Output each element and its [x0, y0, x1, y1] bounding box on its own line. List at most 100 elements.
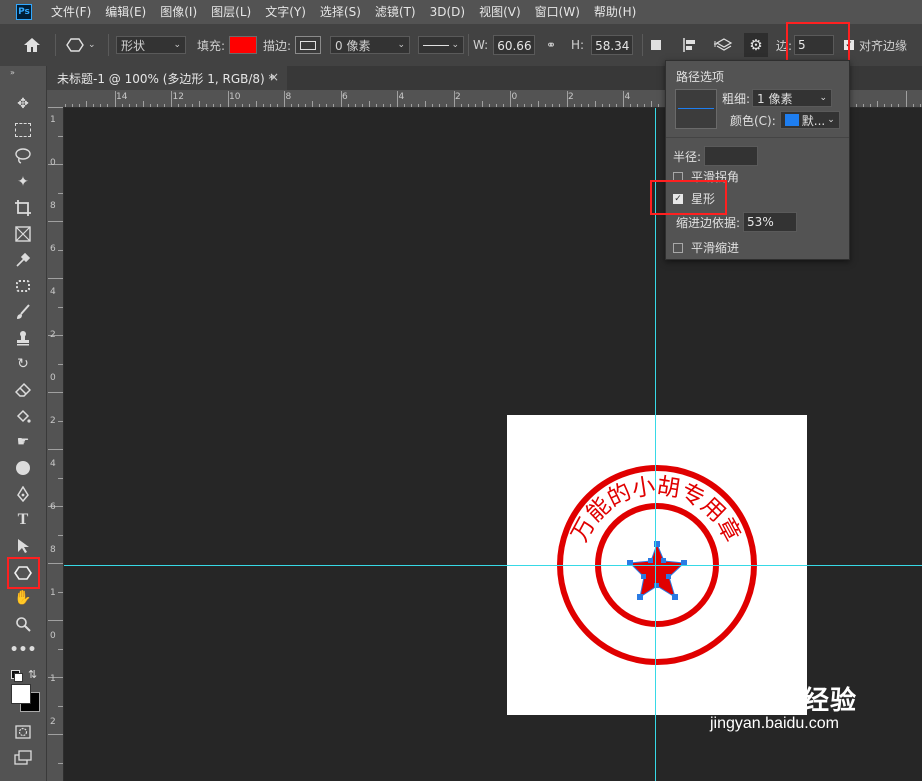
indent-input[interactable]: 53% — [743, 212, 798, 232]
arrange-icon — [714, 38, 733, 51]
foreground-color-swatch[interactable] — [11, 684, 31, 704]
weight-dropdown[interactable]: 1 像素 ⌄ — [752, 89, 833, 107]
path-alignment-button[interactable] — [682, 35, 698, 55]
document-tab[interactable]: 未标题-1 @ 100% (多边形 1, RGB/8) * × — [47, 66, 287, 90]
tool-mode-dropdown[interactable]: 形状 ⌄ — [116, 36, 186, 54]
ruler-tick — [241, 104, 243, 107]
menu-edit[interactable]: 编辑(E) — [98, 0, 153, 24]
eraser-tool[interactable] — [13, 380, 33, 400]
ruler-tick — [291, 104, 293, 107]
path-arrangement-button[interactable] — [714, 35, 734, 55]
chevron-down-icon: ⌄ — [451, 40, 459, 50]
menu-help[interactable]: 帮助(H) — [587, 0, 643, 24]
stroke-color-swatch[interactable] — [295, 36, 322, 54]
ruler-tick — [262, 104, 264, 107]
type-icon: T — [17, 511, 29, 528]
anchor-point[interactable] — [637, 594, 643, 600]
smooth-indents-checkbox[interactable] — [673, 242, 683, 253]
ruler-tick — [354, 104, 356, 107]
quick-mask-button[interactable] — [13, 722, 33, 742]
width-label: W: — [473, 38, 489, 52]
height-input[interactable]: 58.34 像 — [591, 35, 634, 55]
paw-logo-icon: ✿ — [702, 683, 724, 713]
pen-tool[interactable] — [13, 484, 33, 504]
align-edges-checkbox[interactable]: ✓ — [844, 40, 854, 50]
anchor-point[interactable] — [641, 574, 646, 579]
close-icon[interactable]: × — [269, 70, 279, 84]
more-tools-button[interactable]: ••• — [10, 640, 37, 660]
ruler-tick — [333, 104, 335, 107]
ruler-tick — [389, 104, 391, 107]
type-tool[interactable]: T — [13, 510, 33, 530]
swap-colors-icon[interactable]: ⇅ — [28, 668, 37, 681]
ruler-tick — [580, 104, 582, 107]
ruler-tick — [48, 392, 63, 393]
menu-window[interactable]: 窗口(W) — [528, 0, 587, 24]
smudge-tool[interactable]: ☛ — [13, 432, 33, 452]
ruler-tick — [48, 734, 63, 735]
menu-view[interactable]: 视图(V) — [472, 0, 528, 24]
healing-brush-tool[interactable] — [13, 276, 33, 296]
guide-vertical[interactable] — [655, 108, 656, 781]
hand-tool[interactable]: ✋ — [13, 588, 33, 608]
indent-value: 53% — [747, 215, 774, 229]
clone-stamp-tool[interactable] — [13, 328, 33, 348]
width-input[interactable]: 60.66 像 — [493, 35, 536, 55]
smooth-corners-checkbox[interactable] — [673, 171, 683, 182]
star-checkbox[interactable]: ✓ — [673, 193, 683, 204]
sides-input[interactable]: 5 — [794, 35, 835, 55]
stroke-width-dropdown[interactable]: 0 像素 ⌄ — [330, 36, 410, 54]
home-button[interactable] — [22, 35, 42, 55]
paint-bucket-tool[interactable] — [13, 406, 33, 426]
history-brush-tool[interactable]: ↻ — [13, 354, 33, 374]
eyedropper-tool[interactable] — [13, 250, 33, 270]
ruler-tick — [305, 104, 307, 107]
ruler-tick — [439, 104, 441, 107]
anchor-point[interactable] — [672, 594, 678, 600]
ruler-label: 12 — [172, 92, 184, 102]
anchor-point[interactable] — [666, 574, 671, 579]
tool-preset-picker[interactable]: ⌄ — [66, 35, 96, 55]
menu-image[interactable]: 图像(I) — [153, 0, 204, 24]
dodge-tool[interactable] — [13, 458, 33, 478]
collapse-icon[interactable]: » — [10, 68, 15, 77]
menu-layer[interactable]: 图层(L) — [204, 0, 258, 24]
lasso-tool[interactable] — [13, 146, 33, 166]
magic-wand-tool[interactable]: ✦ — [13, 172, 33, 192]
zoom-tool[interactable] — [13, 614, 33, 634]
radius-input[interactable] — [704, 146, 759, 166]
guide-horizontal[interactable] — [64, 565, 922, 566]
ruler-tick — [58, 249, 63, 251]
height-value: 58.34 像 — [595, 38, 630, 53]
path-operations-button[interactable] — [651, 35, 661, 55]
path-color-dropdown[interactable]: 默... ⌄ — [779, 111, 840, 129]
menu-filter[interactable]: 滤镜(T) — [368, 0, 423, 24]
fill-label: 填充: — [197, 38, 226, 53]
anchor-point[interactable] — [661, 558, 666, 563]
menu-3d[interactable]: 3D(D) — [423, 0, 472, 24]
menu-file[interactable]: 文件(F) — [44, 0, 98, 24]
default-colors-icon[interactable] — [11, 670, 23, 682]
gear-icon: ⚙ — [749, 36, 763, 54]
stroke-type-dropdown[interactable]: ⌄ — [418, 36, 464, 54]
polygon-tool[interactable] — [13, 563, 33, 583]
link-dimensions-button[interactable]: ⚭ — [546, 35, 556, 55]
crop-tool[interactable] — [13, 198, 33, 218]
menu-select[interactable]: 选择(S) — [313, 0, 368, 24]
ruler-label: 14 — [116, 92, 128, 102]
anchor-point[interactable] — [648, 558, 653, 563]
move-tool[interactable]: ✥ — [13, 94, 33, 114]
screen-mode-button[interactable] — [13, 748, 33, 768]
path-selection-tool[interactable] — [13, 536, 33, 556]
ruler-tick — [234, 104, 236, 107]
path-options-gear-button[interactable]: ⚙ — [744, 33, 768, 57]
ruler-tick — [100, 104, 102, 107]
menu-type[interactable]: 文字(Y) — [258, 0, 313, 24]
marquee-tool[interactable] — [13, 120, 33, 140]
frame-tool[interactable] — [13, 224, 33, 244]
fill-color-swatch[interactable] — [229, 36, 258, 54]
ruler-label: 2 — [568, 92, 574, 102]
separator — [468, 34, 469, 56]
vertical-ruler[interactable]: 108642024681012 — [47, 107, 64, 781]
brush-tool[interactable] — [13, 302, 33, 322]
